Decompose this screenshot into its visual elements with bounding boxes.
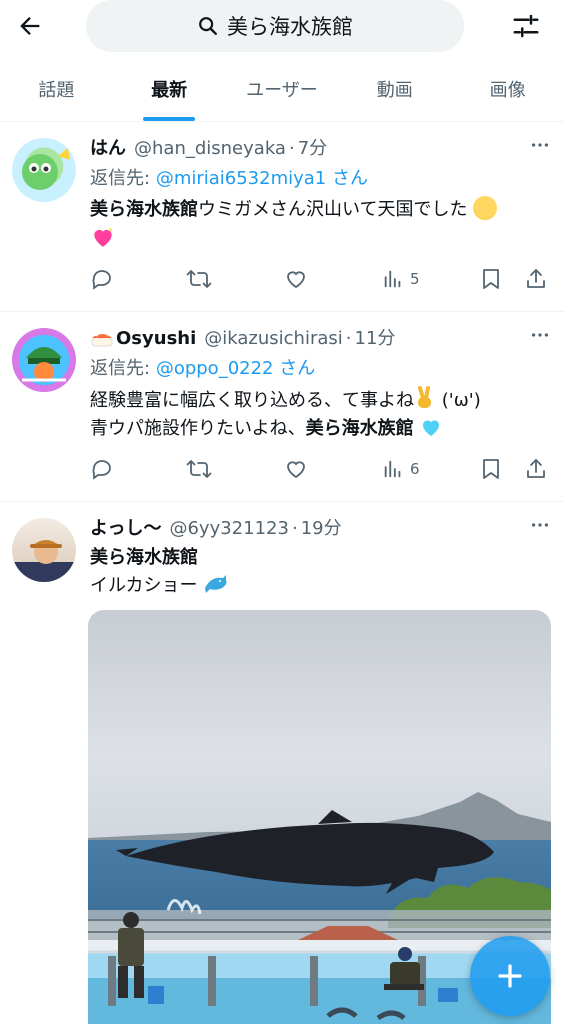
more-icon [531, 523, 549, 527]
sushi-emoji [91, 331, 113, 347]
search-settings-button[interactable] [510, 10, 542, 42]
tweet-text: 経験豊富に幅広く取り込める、て事よね ('ω') 青ウパ施設作りたいよね、美ら海… [90, 386, 550, 443]
avatar-photo [12, 540, 76, 582]
top-bar: 美ら海水族館 [0, 0, 564, 56]
filter-sliders-icon [513, 14, 539, 38]
reply-button[interactable] [90, 457, 114, 481]
user-handle[interactable]: @ikazusichirasi [204, 328, 343, 349]
keyword-highlight: 美ら海水族館 [305, 418, 414, 439]
share-icon [527, 269, 545, 288]
timestamp[interactable]: 11分 [355, 324, 396, 350]
like-button[interactable] [284, 457, 308, 481]
victory-hand-emoji [418, 386, 431, 408]
reply-context: 返信先: @oppo_0222 さん [90, 354, 550, 382]
tweet-text-line2: 青ウパ施設作りたいよね、 [90, 418, 306, 439]
tweet-text-rest: ウミガメさん沢山いて天国でした [198, 199, 468, 220]
tweet[interactable]: はん @han_disneyaka · 7分 返信先: @miriai6532m… [0, 122, 564, 312]
more-options-button[interactable] [528, 514, 552, 538]
keyword-highlight: 美ら海水族館 [90, 547, 198, 568]
tab-images[interactable]: 画像 [451, 56, 564, 121]
search-input[interactable]: 美ら海水族館 [86, 0, 464, 52]
avatar[interactable] [12, 518, 76, 582]
avatar-illustration [22, 148, 70, 190]
tweet-text: 美ら海水族館 イルカショー [90, 544, 550, 600]
reply-prefix: 返信先: [90, 358, 151, 379]
share-icon [527, 459, 545, 478]
tweet-text: 美ら海水族館ウミガメさん沢山いて天国でした [90, 196, 550, 253]
reply-to-link[interactable]: @miriai6532miya1 さん [156, 168, 368, 189]
user-handle[interactable]: @han_disneyaka [134, 138, 286, 159]
search-query: 美ら海水族館 [227, 15, 353, 39]
compose-plus-icon [498, 964, 522, 988]
search-icon [199, 17, 217, 35]
retweet-button[interactable] [186, 267, 212, 291]
compose-button[interactable] [470, 936, 550, 1016]
separator-dot: · [288, 138, 295, 159]
reply-icon [92, 460, 111, 480]
reply-button[interactable] [90, 267, 114, 291]
bookmark-icon [483, 459, 499, 479]
reply-to-link[interactable]: @oppo_0222 さん [156, 358, 315, 379]
views-count: 6 [410, 460, 420, 478]
bookmark-button[interactable] [480, 267, 502, 291]
tweet-text-line2: イルカショー [90, 575, 198, 596]
retweet-icon [186, 270, 212, 288]
separator-dot: · [345, 328, 352, 349]
bookmark-button[interactable] [480, 457, 502, 481]
tweet-text-line1: 経験豊富に幅広く取り込める、て事よね [90, 390, 414, 411]
keyword-highlight: 美ら海水族館 [90, 199, 198, 220]
like-icon [287, 271, 305, 289]
reply-icon [92, 270, 111, 290]
light-blue-heart-emoji [423, 420, 440, 436]
reply-prefix: 返信先: [90, 168, 151, 189]
tweet[interactable]: Osyushi @ikazusichirasi · 11分 返信先: @oppo… [0, 312, 564, 502]
sparkling-heart-emoji [94, 227, 113, 247]
share-button[interactable] [524, 267, 548, 291]
avatar[interactable] [12, 328, 76, 392]
timestamp[interactable]: 19分 [301, 514, 342, 540]
display-name[interactable]: よっし〜 [90, 514, 161, 540]
reply-context: 返信先: @miriai6532miya1 さん [90, 164, 550, 192]
dolphin-emoji [205, 575, 227, 593]
user-handle[interactable]: @6yy321123 [169, 518, 288, 539]
separator-dot: · [291, 518, 298, 539]
back-arrow-icon [20, 17, 40, 35]
tab-people[interactable]: ユーザー [226, 56, 339, 121]
timestamp[interactable]: 7分 [298, 134, 327, 160]
display-name[interactable]: Osyushi [116, 328, 196, 349]
tab-top[interactable]: 話題 [0, 56, 113, 121]
more-options-button[interactable] [528, 324, 552, 348]
more-options-button[interactable] [528, 134, 552, 158]
share-button[interactable] [524, 457, 548, 481]
pleading-face-emoji [473, 196, 498, 220]
search-tabs: 話題 最新 ユーザー 動画 画像 [0, 56, 564, 122]
display-name[interactable]: はん [90, 134, 126, 160]
views-button[interactable]: 6 [382, 458, 420, 480]
tab-latest[interactable]: 最新 [113, 56, 226, 121]
retweet-button[interactable] [186, 457, 212, 481]
avatar-illustration [22, 347, 66, 382]
bookmark-icon [483, 269, 499, 289]
back-button[interactable] [14, 10, 46, 42]
like-icon [287, 461, 305, 479]
tweet-text-kaomoji: ('ω') [436, 390, 481, 411]
views-button[interactable]: 5 [382, 268, 420, 290]
more-icon [531, 333, 549, 337]
retweet-icon [186, 460, 212, 478]
views-icon [384, 270, 401, 288]
tab-videos[interactable]: 動画 [338, 56, 451, 121]
views-icon [384, 460, 401, 478]
like-button[interactable] [284, 267, 308, 291]
views-count: 5 [410, 270, 420, 288]
avatar[interactable] [12, 138, 76, 202]
more-icon [531, 143, 549, 147]
